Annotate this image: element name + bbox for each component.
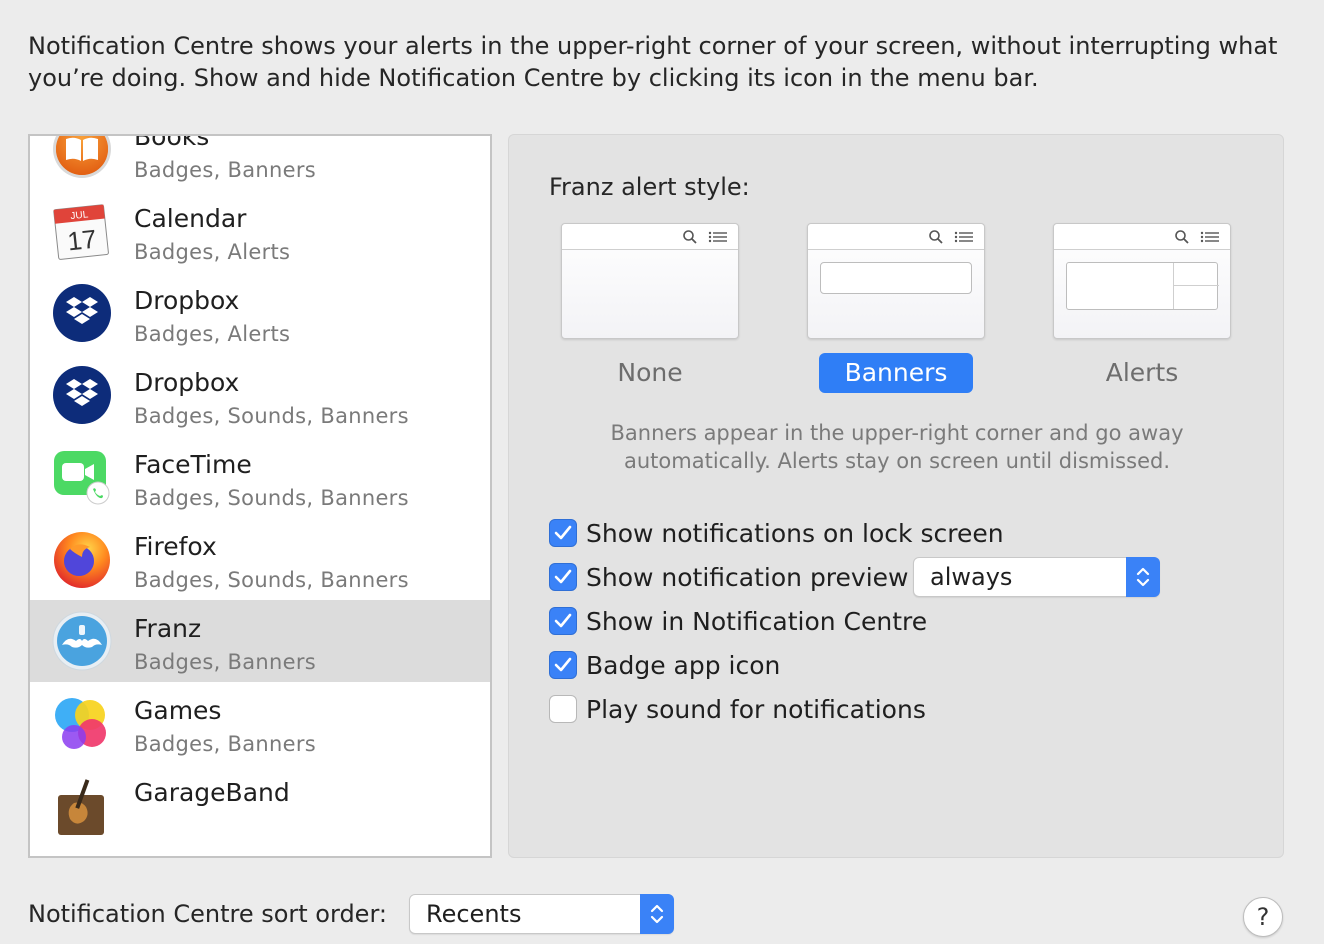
style-preview-banners[interactable] [807,223,985,339]
style-label-none[interactable]: None [573,353,727,393]
app-row-games[interactable]: Games Badges, Banners [30,682,490,764]
sort-order-label: Notification Centre sort order: [28,900,387,928]
app-detail: Badges, Banners [134,732,317,756]
list-icon [1200,231,1219,243]
app-name: Calendar [134,204,247,233]
banner-preview-box [820,262,972,294]
notification-centre-checkbox[interactable] [549,607,577,635]
checkmark-icon [554,569,572,584]
preview-checkbox[interactable] [549,563,577,591]
list-icon [954,231,973,243]
option-label: Show notifications on lock screen [586,518,1004,548]
search-icon [1175,230,1189,244]
app-row-facetime[interactable]: FaceTime Badges, Sounds, Banners [30,436,490,518]
select-stepper[interactable] [640,894,674,934]
sort-order-value: Recents [426,900,522,928]
preview-select-value: always [930,563,1013,591]
style-label-alerts[interactable]: Alerts [1065,353,1219,393]
style-label-banners[interactable]: Banners [819,353,973,393]
app-row-dropbox-2[interactable]: Dropbox Badges, Sounds, Banners [30,354,490,436]
option-label: Show notification preview [586,562,909,592]
app-row-firefox[interactable]: Firefox Badges, Sounds, Banners [30,518,490,600]
option-label: Badge app icon [586,650,781,680]
search-icon [929,230,943,244]
app-row-garageband[interactable]: GarageBand [30,764,490,846]
app-name: FaceTime [134,450,252,479]
app-detail: Badges, Sounds, Banners [134,486,409,510]
alert-preview-box [1066,262,1219,310]
franz-icon [52,611,112,671]
intro-text: Notification Centre shows your alerts in… [28,32,1278,92]
facetime-icon [54,451,110,505]
settings-panel: Franz alert style: None Banners Alerts B… [508,134,1284,858]
dropbox-icon [53,284,111,342]
option-label: Play sound for notifications [586,694,926,724]
style-preview-none[interactable] [561,223,739,339]
dropbox-icon [53,366,111,424]
badge-checkbox[interactable] [549,651,577,679]
alert-style-title: Franz alert style: [549,173,750,201]
select-stepper[interactable] [1126,557,1160,597]
app-detail: Badges, Alerts [134,240,291,264]
app-row-books[interactable]: Books Badges, Banners [30,134,490,190]
sort-order-select[interactable]: Recents [409,894,674,934]
games-icon [55,698,106,749]
preview-select[interactable]: always [913,557,1160,597]
option-preview[interactable]: Show notification preview [549,562,909,592]
option-badge[interactable]: Badge app icon [549,650,781,680]
style-option-none[interactable]: None [561,223,739,393]
app-name: Dropbox [134,286,240,315]
option-label: Show in Notification Centre [586,606,928,636]
checkmark-icon [554,525,572,540]
option-notification-centre[interactable]: Show in Notification Centre [549,606,928,636]
firefox-icon [54,532,110,588]
app-detail: Badges, Banners [134,650,317,674]
help-button[interactable]: ? [1243,897,1283,937]
books-icon [53,136,111,178]
style-description: Banners appear in the upper-right corner… [610,421,1184,473]
chevron-up-down-icon [1136,567,1150,587]
chevron-up-down-icon [650,904,664,924]
app-row-calendar[interactable]: JUL 17 Calendar Badges, Alerts [30,190,490,272]
checkmark-icon [554,613,572,628]
app-name: GarageBand [134,778,290,807]
option-sound[interactable]: Play sound for notifications [549,694,926,724]
app-detail: Badges, Sounds, Banners [134,568,409,592]
style-option-alerts[interactable]: Alerts [1053,223,1231,393]
calendar-icon: JUL 17 [53,204,109,260]
app-name: Franz [134,614,202,643]
style-option-banners[interactable]: Banners [807,223,985,393]
app-name: Games [134,696,222,725]
garageband-icon [58,779,104,835]
checkmark-icon [554,657,572,672]
app-name: Dropbox [134,368,240,397]
app-list[interactable]: Books Badges, Banners JUL 17 Calendar Ba… [28,134,492,858]
calendar-month: JUL [70,209,89,222]
calendar-day: 17 [66,224,98,257]
sound-checkbox[interactable] [549,695,577,723]
style-preview-alerts[interactable] [1053,223,1231,339]
option-lock-screen[interactable]: Show notifications on lock screen [549,518,1004,548]
app-name: Books [134,134,210,151]
app-row-franz[interactable]: Franz Badges, Banners [30,600,490,682]
list-icon [708,231,727,243]
search-icon [683,230,697,244]
lock-screen-checkbox[interactable] [549,519,577,547]
app-detail: Badges, Alerts [134,322,291,346]
app-detail: Badges, Sounds, Banners [134,404,409,428]
app-detail: Badges, Banners [134,158,317,182]
app-name: Firefox [134,532,217,561]
app-row-dropbox[interactable]: Dropbox Badges, Alerts [30,272,490,354]
